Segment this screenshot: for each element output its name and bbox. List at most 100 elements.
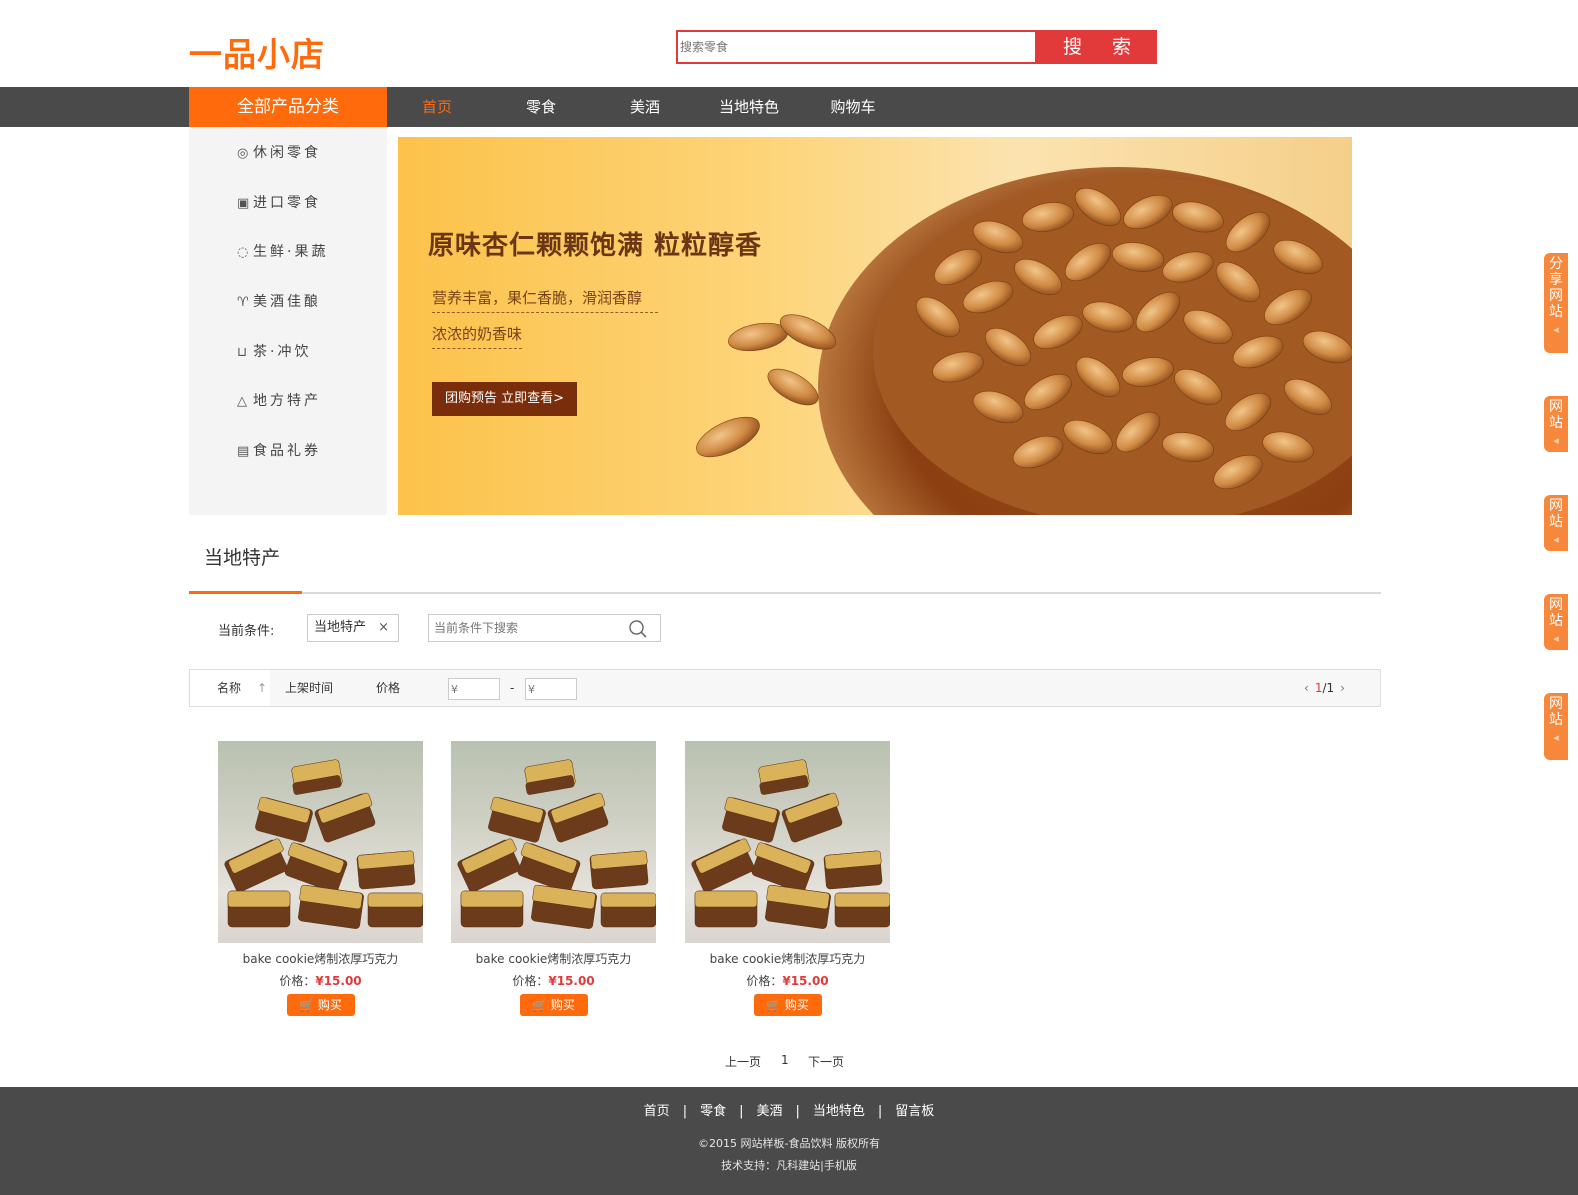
footer-link-snacks[interactable]: 零食 bbox=[700, 1104, 726, 1119]
side-share-tab[interactable]: 分享网站 ◂ bbox=[1544, 253, 1568, 353]
sidebar-item-local[interactable]: △ 地方特产 bbox=[237, 390, 321, 410]
cart-icon: 🛒 bbox=[532, 998, 548, 1012]
nav-item-snacks[interactable]: 零食 bbox=[489, 87, 593, 127]
promo-banner[interactable]: 原味杏仁颗颗饱满 粒粒醇香 营养丰富，果仁香脆，滑润香醇 浓浓的奶香味 团购预告… bbox=[398, 137, 1352, 515]
category-sidebar: ◎ 休闲零食 ▣ 进口零食 ◌ 生鲜·果蔬 ♈ 美酒佳酿 ⊔ 茶·冲饮 △ 地方特产 ▤ 食品… bbox=[189, 127, 387, 515]
sidebar-item-wine[interactable]: ♈ 美酒佳酿 bbox=[237, 291, 321, 311]
product-price: 价格：¥15.00 bbox=[451, 972, 656, 989]
sidebar-item-imported[interactable]: ▣ 进口零食 bbox=[237, 192, 321, 212]
nav-item-cart[interactable]: 购物车 bbox=[801, 87, 905, 127]
product-card: bake cookie烤制浓厚巧克力 价格：¥15.00 🛒 购买 bbox=[685, 741, 890, 1016]
side-site-tab[interactable]: 网站 ◂ bbox=[1544, 594, 1568, 650]
product-image[interactable] bbox=[685, 741, 890, 943]
sort-by-time[interactable]: 上架时间 bbox=[285, 670, 333, 706]
snack-icon: ◎ bbox=[237, 146, 249, 161]
buy-label: 购买 bbox=[550, 998, 575, 1012]
side-tab-label: 网站 bbox=[1549, 399, 1563, 431]
side-site-tab[interactable]: 网站 ◂ bbox=[1544, 693, 1568, 760]
condition-search-box bbox=[428, 614, 661, 642]
remove-condition-icon[interactable]: × bbox=[378, 615, 389, 641]
footer-separator: | bbox=[877, 1104, 883, 1119]
sidebar-item-label: 食品礼券 bbox=[253, 443, 321, 459]
footer-links: 首页 | 零食 | 美酒 | 当地特色 | 留言板 bbox=[0, 1100, 1578, 1119]
prev-page-link[interactable]: 上一页 bbox=[725, 1053, 761, 1070]
price-min-input[interactable] bbox=[448, 678, 500, 700]
condition-search-input[interactable] bbox=[429, 615, 619, 641]
buy-label: 购买 bbox=[317, 998, 342, 1012]
buy-button[interactable]: 🛒 购买 bbox=[753, 994, 822, 1016]
section-divider-accent bbox=[189, 591, 302, 594]
group-buy-button[interactable]: 团购预告 立即查看> bbox=[432, 382, 577, 416]
product-image[interactable] bbox=[218, 741, 423, 943]
search-button[interactable]: 搜 索 bbox=[1037, 30, 1157, 64]
banner-title: 原味杏仁颗颗饱满 粒粒醇香 bbox=[428, 231, 763, 261]
condition-tag: 当地特产 × bbox=[307, 614, 399, 642]
sidebar-item-fresh[interactable]: ◌ 生鲜·果蔬 bbox=[237, 241, 328, 261]
mini-pager-total: /1 bbox=[1322, 681, 1335, 695]
price-value: ¥15.00 bbox=[548, 974, 595, 988]
footer-tech-support[interactable]: 技术支持：凡科建站|手机版 bbox=[0, 1157, 1578, 1173]
footer-link-guestbook[interactable]: 留言板 bbox=[895, 1104, 934, 1119]
side-site-tab[interactable]: 网站 ◂ bbox=[1544, 495, 1568, 551]
triangle-left-icon: ◂ bbox=[1553, 632, 1559, 645]
sort-name-label: 名称 bbox=[217, 681, 242, 695]
sidebar-item-gift[interactable]: ▤ 食品礼券 bbox=[237, 440, 321, 460]
next-page-link[interactable]: 下一页 bbox=[808, 1053, 844, 1070]
buy-button[interactable]: 🛒 购买 bbox=[286, 994, 355, 1016]
product-name[interactable]: bake cookie烤制浓厚巧克力 bbox=[451, 950, 656, 967]
apple-icon: ◌ bbox=[237, 245, 249, 260]
side-tab-label: 网站 bbox=[1549, 498, 1563, 530]
site-logo[interactable]: 一品小店 bbox=[189, 28, 325, 76]
footer-link-wine[interactable]: 美酒 bbox=[756, 1104, 782, 1119]
sort-by-price[interactable]: 价格 bbox=[376, 670, 400, 706]
cart-icon: 🛒 bbox=[299, 998, 315, 1012]
product-card: bake cookie烤制浓厚巧克力 价格：¥15.00 🛒 购买 bbox=[451, 741, 656, 1016]
sidebar-item-tea[interactable]: ⊔ 茶·冲饮 bbox=[237, 341, 311, 361]
sort-bar: 名称 ↑ 上架时间 价格 - ‹1/1› bbox=[189, 669, 1381, 707]
nav-item-local-specialty[interactable]: 当地特色 bbox=[697, 87, 801, 127]
product-name[interactable]: bake cookie烤制浓厚巧克力 bbox=[218, 950, 423, 967]
price-label: 价格： bbox=[746, 974, 783, 988]
side-tab-label: 分享网站 bbox=[1549, 256, 1563, 320]
section-title: 当地特产 bbox=[204, 547, 281, 569]
side-tab-label: 网站 bbox=[1549, 597, 1563, 629]
condition-tag-label: 当地特产 bbox=[314, 620, 367, 635]
sidebar-item-label: 美酒佳酿 bbox=[253, 294, 321, 310]
footer: 首页 | 零食 | 美酒 | 当地特色 | 留言板 ©2015 网站样板-食品饮料 版权所有 技… bbox=[0, 1087, 1578, 1195]
side-site-tab[interactable]: 网站 ◂ bbox=[1544, 396, 1568, 452]
sort-by-name[interactable]: 名称 ↑ bbox=[190, 670, 270, 706]
triangle-left-icon: ◂ bbox=[1553, 533, 1559, 546]
cookie-image bbox=[224, 759, 423, 929]
page-number[interactable]: 1 bbox=[781, 1053, 789, 1067]
banner-subtitle: 营养丰富，果仁香脆，滑润香醇 bbox=[432, 287, 659, 313]
buy-button[interactable]: 🛒 购买 bbox=[519, 994, 588, 1016]
footer-separator: | bbox=[682, 1104, 688, 1119]
footer-link-home[interactable]: 首页 bbox=[644, 1104, 670, 1119]
search-input[interactable] bbox=[678, 32, 1035, 62]
sort-arrow-up-icon: ↑ bbox=[257, 681, 268, 695]
cookie-image bbox=[457, 759, 656, 929]
wine-glass-icon: ♈ bbox=[237, 295, 249, 310]
chevron-right-icon[interactable]: › bbox=[1334, 681, 1351, 695]
sidebar-item-label: 生鲜·果蔬 bbox=[253, 244, 329, 260]
triangle-left-icon: ◂ bbox=[1553, 323, 1559, 336]
product-name[interactable]: bake cookie烤制浓厚巧克力 bbox=[685, 950, 890, 967]
nav-item-home[interactable]: 首页 bbox=[385, 87, 489, 127]
triangle-left-icon: ◂ bbox=[1553, 731, 1559, 744]
search-icon[interactable] bbox=[628, 619, 648, 639]
sidebar-item-snacks[interactable]: ◎ 休闲零食 bbox=[237, 142, 321, 162]
chevron-left-icon[interactable]: ‹ bbox=[1298, 681, 1315, 695]
price-label: 价格： bbox=[279, 974, 316, 988]
price-label: 价格： bbox=[512, 974, 549, 988]
product-card: bake cookie烤制浓厚巧克力 价格：¥15.00 🛒 购买 bbox=[218, 741, 423, 1016]
price-max-input[interactable] bbox=[525, 678, 577, 700]
product-image[interactable] bbox=[451, 741, 656, 943]
all-categories-button[interactable]: 全部产品分类 bbox=[189, 87, 387, 127]
footer-link-local[interactable]: 当地特色 bbox=[813, 1104, 865, 1119]
sidebar-item-label: 茶·冲饮 bbox=[253, 344, 312, 360]
cart-icon: 🛒 bbox=[766, 998, 782, 1012]
side-tab-label: 网站 bbox=[1549, 696, 1563, 728]
nav-item-wine[interactable]: 美酒 bbox=[593, 87, 697, 127]
sidebar-item-label: 地方特产 bbox=[253, 393, 321, 409]
almond-bowl-image bbox=[696, 167, 1352, 515]
